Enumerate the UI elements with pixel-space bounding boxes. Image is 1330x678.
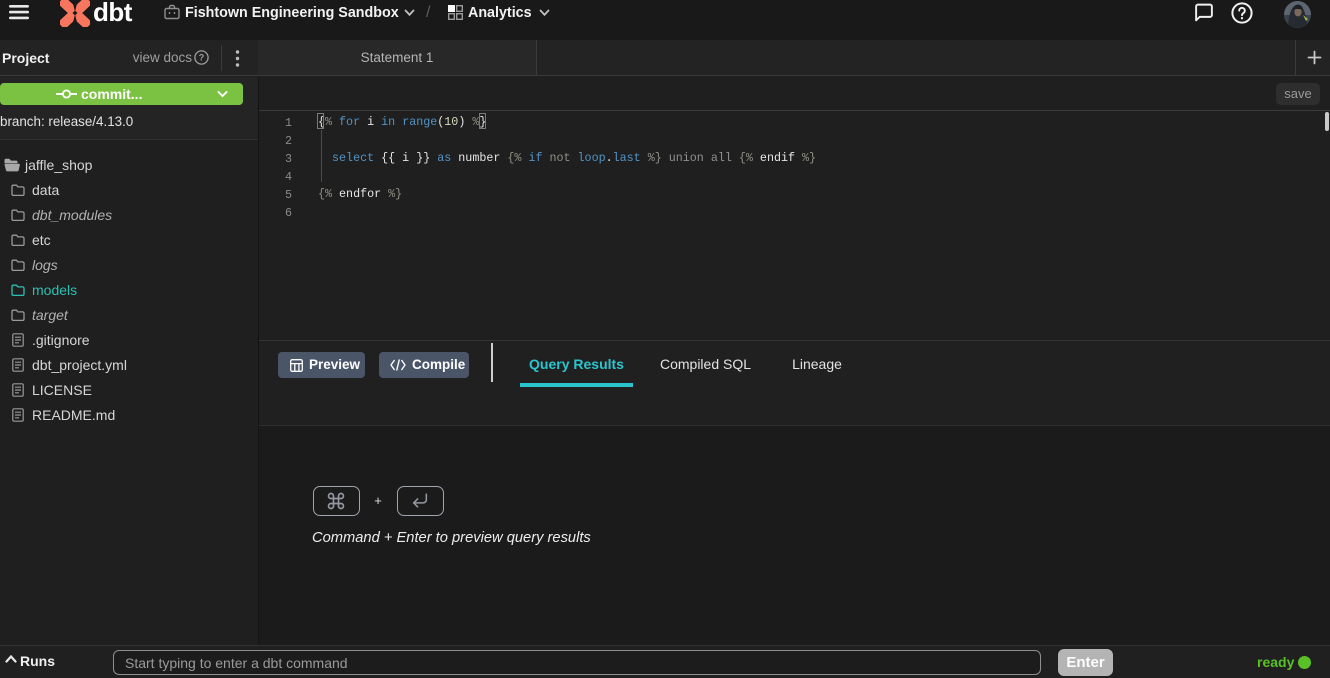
svg-text:?: ?: [199, 53, 205, 63]
